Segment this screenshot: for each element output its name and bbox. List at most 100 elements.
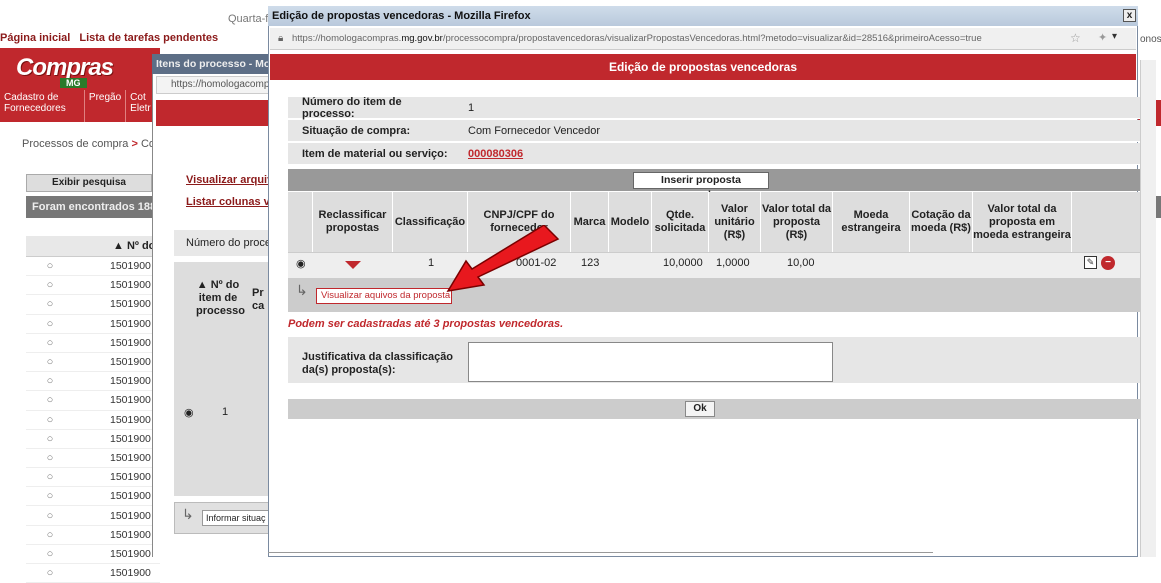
process-row[interactable]: ○ 1501900 bbox=[26, 257, 160, 277]
close-icon[interactable]: x bbox=[1123, 9, 1136, 22]
top-nav: Página inicial Lista de tarefas pendente… bbox=[0, 32, 224, 44]
process-radio[interactable]: ○ bbox=[44, 298, 56, 310]
process-radio[interactable]: ○ bbox=[44, 529, 56, 541]
process-list-header[interactable]: ▲ Nº do bbox=[26, 236, 160, 257]
items-window-title: Itens do processo - Mo bbox=[152, 54, 270, 74]
proposal-radio[interactable]: ◉ bbox=[296, 257, 306, 270]
process-radio[interactable]: ○ bbox=[44, 548, 56, 560]
item-number-header[interactable]: ▲ Nº do item de processo bbox=[196, 279, 245, 318]
process-radio[interactable]: ○ bbox=[44, 375, 56, 387]
process-number: 1501900 bbox=[110, 528, 151, 541]
item-code-link[interactable]: 000080306 bbox=[468, 148, 523, 160]
process-row[interactable]: ○ 1501900 bbox=[26, 526, 160, 545]
items-window-url[interactable]: https://homologacomp bbox=[156, 76, 270, 94]
bottom-divider bbox=[268, 552, 933, 553]
process-row[interactable]: ○ 1501900 bbox=[26, 334, 160, 353]
process-radio[interactable]: ○ bbox=[44, 337, 56, 349]
url-domain: mg.gov.br bbox=[401, 33, 443, 44]
situacao-label: Situação de compra: bbox=[302, 124, 411, 137]
info-row-situacao: Situação de compra: Com Fornecedor Vence… bbox=[288, 120, 1144, 142]
justificativa-input[interactable] bbox=[468, 342, 833, 382]
chevron-down-icon[interactable]: ▾ bbox=[1112, 31, 1117, 42]
process-radio[interactable]: ○ bbox=[44, 279, 56, 291]
header-moeda: Moeda estrangeira bbox=[833, 192, 910, 252]
process-row[interactable]: ○ 1501900 bbox=[26, 353, 160, 373]
exibir-pesquisa-button[interactable]: Exibir pesquisa bbox=[26, 174, 152, 192]
delete-icon[interactable]: − bbox=[1101, 256, 1115, 270]
listar-colunas-link[interactable]: Listar colunas vis bbox=[186, 196, 279, 208]
process-row[interactable]: ○ 1501900 bbox=[26, 372, 160, 392]
process-radio[interactable]: ○ bbox=[44, 414, 56, 426]
process-radio[interactable]: ○ bbox=[44, 260, 56, 272]
menu-item-pregao[interactable]: Pregão bbox=[85, 90, 127, 122]
numero-processo-header: Número do proce bbox=[174, 230, 270, 256]
ok-button[interactable]: Ok bbox=[685, 401, 715, 417]
item-radio[interactable]: ◉ bbox=[184, 406, 194, 419]
row-valor-unitario: 1,0000 bbox=[716, 257, 750, 269]
process-number: 1501900 bbox=[110, 260, 151, 273]
visualizar-arquivo-link[interactable]: Visualizar arquivo bbox=[186, 174, 280, 186]
results-count: Foram encontrados 188 bbox=[26, 196, 160, 218]
process-row[interactable]: ○ 1501900 bbox=[26, 487, 160, 507]
row-marca: 123 bbox=[581, 257, 600, 269]
process-radio[interactable]: ○ bbox=[44, 433, 56, 445]
process-number: 1501900 bbox=[110, 451, 151, 464]
process-radio[interactable]: ○ bbox=[44, 490, 56, 502]
process-row[interactable]: ○ 1501900 bbox=[26, 564, 160, 583]
process-radio[interactable]: ○ bbox=[44, 567, 56, 579]
process-row[interactable]: ○ 1501900 bbox=[26, 430, 160, 449]
nav-tasks-link[interactable]: Lista de tarefas pendentes bbox=[79, 32, 218, 44]
process-radio[interactable]: ○ bbox=[44, 318, 56, 330]
process-row[interactable]: ○ 1501900 bbox=[26, 315, 160, 334]
inserir-proposta-button[interactable]: Inserir proposta vencedora bbox=[633, 172, 769, 201]
informar-situacao-button[interactable]: Informar situaç bbox=[202, 510, 270, 526]
item-number-value: 1 bbox=[222, 406, 229, 418]
process-row[interactable]: ○ 1501900 bbox=[26, 545, 160, 564]
reclassify-down-icon[interactable] bbox=[345, 261, 361, 269]
star-icon[interactable]: ☆ bbox=[1070, 31, 1081, 45]
process-row[interactable]: ○ 1501900 bbox=[26, 411, 160, 430]
process-radio[interactable]: ○ bbox=[44, 394, 56, 406]
menu-item-cadastro[interactable]: Cadastro de Fornecedores bbox=[0, 90, 85, 122]
process-number: 1501900 bbox=[110, 509, 151, 522]
process-number: 1501900 bbox=[110, 375, 151, 388]
header-modelo: Modelo bbox=[609, 192, 652, 252]
process-number: 1501900 bbox=[110, 432, 151, 445]
process-row[interactable]: ○ 1501900 bbox=[26, 276, 160, 296]
row-cnpj: 0001-02 bbox=[516, 257, 557, 269]
process-list-rows: ○ 1501900 ○ 1501900 ○ 1501900 ○ 1501900 ○ 1501900… bbox=[26, 257, 160, 583]
row-valor-total: 10,00 bbox=[787, 257, 815, 269]
process-number: 1501900 bbox=[110, 394, 151, 407]
process-row[interactable]: ○ 1501900 bbox=[26, 391, 160, 411]
header-qtde: Qtde. solicitada bbox=[652, 192, 709, 252]
header-cnpj: CNPJ/CPF do fornecedor bbox=[468, 192, 571, 252]
main-menu: Cadastro de Fornecedores Pregão Cot Elet… bbox=[0, 90, 160, 122]
process-number: 1501900 bbox=[110, 298, 151, 311]
edit-icon[interactable]: ✎ bbox=[1084, 256, 1097, 269]
header-marca: Marca bbox=[571, 192, 609, 252]
row-classificacao: 1 bbox=[428, 257, 435, 269]
process-radio[interactable]: ○ bbox=[44, 452, 56, 464]
url-text: https://homologacompras.mg.gov.br/proces… bbox=[292, 33, 982, 44]
process-row[interactable]: ○ 1501900 bbox=[26, 295, 160, 315]
visualizar-arquivos-button[interactable]: Visualizar aquivos da proposta bbox=[316, 288, 452, 304]
page-header: Edição de propostas vencedoras bbox=[270, 54, 1136, 80]
lock-icon: 🔒︎ bbox=[278, 33, 284, 44]
process-radio[interactable]: ○ bbox=[44, 510, 56, 522]
process-row[interactable]: ○ 1501900 bbox=[26, 449, 160, 469]
process-row[interactable]: ○ 1501900 bbox=[26, 468, 160, 488]
process-radio[interactable]: ○ bbox=[44, 471, 56, 483]
numero-value: 1 bbox=[468, 101, 475, 114]
extension-icon[interactable]: ✦ bbox=[1098, 31, 1107, 44]
scrollbar[interactable] bbox=[1140, 60, 1156, 557]
corner-arrow-icon: ↳ bbox=[182, 506, 194, 522]
breadcrumb-start[interactable]: Processos de compra bbox=[22, 138, 128, 150]
process-number: 1501900 bbox=[110, 490, 151, 503]
nav-home-link[interactable]: Página inicial bbox=[0, 32, 70, 44]
process-row[interactable]: ○ 1501900 bbox=[26, 506, 160, 526]
process-number: 1501900 bbox=[110, 413, 151, 426]
header-blank bbox=[288, 192, 313, 252]
url-suffix: /processocompra/propostavencedoras/visua… bbox=[442, 33, 982, 44]
process-radio[interactable]: ○ bbox=[44, 356, 56, 368]
header-reclassificar: Reclassificar propostas bbox=[313, 192, 393, 252]
